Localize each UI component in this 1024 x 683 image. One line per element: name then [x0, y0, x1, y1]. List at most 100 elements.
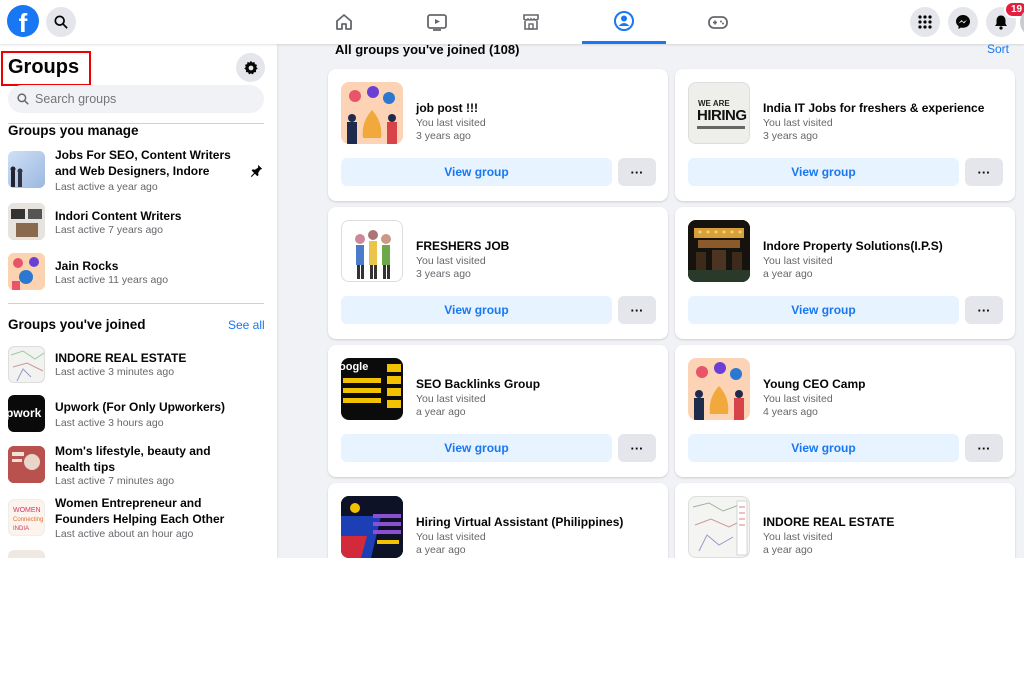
group-name[interactable]: job post !!! [416, 101, 478, 115]
group-thumbnail[interactable]: oogle [341, 358, 403, 420]
group-name[interactable]: Indori Content Writers [55, 208, 245, 224]
top-navigation-bar: f 19 [0, 0, 1024, 44]
joined-group-item[interactable]: WOMEN Connecting INDIA Women Entrepreneur … [8, 495, 270, 543]
group-name[interactable]: Jobs For SEO, Content Writers and Web De… [55, 147, 245, 179]
group-last-active: Last active a year ago [55, 181, 158, 193]
more-options-button[interactable]: ··· [618, 296, 656, 324]
svg-text:WOMEN: WOMEN [13, 507, 41, 514]
group-thumbnail [8, 203, 45, 240]
facebook-logo-icon[interactable]: f [7, 5, 39, 37]
view-group-button[interactable]: View group [688, 434, 959, 462]
group-thumbnail [8, 446, 45, 483]
divider [8, 303, 264, 304]
view-group-button[interactable]: View group [688, 296, 959, 324]
managed-group-item[interactable]: Jobs For SEO, Content Writers and Web De… [8, 147, 270, 193]
last-visited-label: You last visited [763, 531, 833, 543]
group-name[interactable]: INDORE REAL ESTATE [763, 515, 894, 529]
messenger-icon [956, 15, 970, 29]
gear-icon [243, 60, 258, 74]
managed-group-item[interactable]: Jain Rocks Last active 11 years ago [8, 252, 270, 292]
menu-button[interactable] [910, 7, 940, 37]
managed-group-item[interactable]: Indori Content Writers Last active 7 yea… [8, 202, 270, 242]
grid-menu-icon [918, 15, 932, 29]
group-name[interactable]: Young CEO Camp [763, 377, 865, 391]
more-options-button[interactable]: ··· [618, 158, 656, 186]
search-icon [54, 15, 68, 29]
more-options-button[interactable]: ··· [965, 434, 1003, 462]
groups-sidebar: Groups Groups you manage Jobs For SEO, C… [0, 44, 277, 558]
marketplace-icon [523, 14, 539, 30]
page-title: Groups [1, 51, 91, 86]
joined-group-item[interactable]: INDORE REAL ESTATE Last active 3 minutes… [8, 346, 270, 386]
group-thumbnail[interactable]: WE ARE HIRING [688, 82, 750, 144]
tab-home[interactable] [302, 0, 386, 44]
group-name[interactable]: Jain Rocks [55, 258, 245, 274]
blank-area [0, 558, 1024, 683]
last-visited-label: You last visited [416, 393, 486, 405]
gaming-controller-icon [708, 16, 728, 29]
group-thumbnail [8, 550, 45, 558]
group-name[interactable]: FRESHERS JOB [416, 239, 509, 253]
view-group-button[interactable]: View group [341, 434, 612, 462]
group-last-active: Last active 3 hours ago [55, 417, 164, 429]
group-name[interactable]: Women Entrepreneur and Founders Helping … [55, 495, 245, 527]
group-card: Indore Property Solutions(I.P.S) You las… [675, 207, 1015, 339]
group-thumbnail[interactable] [688, 496, 750, 558]
search-groups-input[interactable] [35, 92, 255, 106]
group-thumbnail[interactable] [341, 82, 403, 144]
group-name[interactable]: SEO Backlinks Group [416, 377, 540, 391]
tab-marketplace[interactable] [489, 0, 573, 44]
group-thumbnail [8, 346, 45, 383]
group-last-active: Last active 3 minutes ago [55, 366, 175, 378]
joined-group-item[interactable] [8, 550, 270, 558]
more-options-button[interactable]: ··· [965, 296, 1003, 324]
group-thumbnail[interactable] [688, 358, 750, 420]
last-visited-time: 3 years ago [416, 268, 471, 280]
group-name[interactable]: INDORE REAL ESTATE [55, 350, 245, 366]
search-icon [17, 93, 29, 105]
group-card: job post !!! You last visited 3 years ag… [328, 69, 668, 201]
tab-watch[interactable] [395, 0, 479, 44]
last-visited-label: You last visited [416, 255, 486, 267]
sort-button[interactable]: Sort [987, 42, 1009, 56]
more-options-button[interactable]: ··· [965, 158, 1003, 186]
view-group-button[interactable]: View group [341, 296, 612, 324]
group-card: Young CEO Camp You last visited 4 years … [675, 345, 1015, 477]
last-visited-label: You last visited [763, 117, 833, 129]
joined-group-item[interactable]: Mom's lifestyle, beauty and health tips … [8, 442, 270, 490]
last-visited-time: 3 years ago [763, 130, 818, 142]
hiring-underline [697, 126, 745, 129]
group-name[interactable]: Mom's lifestyle, beauty and health tips [55, 443, 245, 475]
group-thumbnail[interactable] [341, 220, 403, 282]
search-groups-field[interactable] [8, 85, 264, 113]
more-options-button[interactable]: ··· [618, 434, 656, 462]
home-icon [336, 14, 352, 30]
last-visited-time: a year ago [763, 268, 813, 280]
view-group-button[interactable]: View group [688, 158, 959, 186]
tab-groups[interactable] [582, 0, 666, 44]
joined-group-item[interactable]: pwork Upwork (For Only Upworkers) Last a… [8, 395, 270, 435]
hiring-thumbnail-text: HIRING [697, 107, 747, 124]
last-visited-time: a year ago [416, 544, 466, 556]
see-all-link[interactable]: See all [228, 318, 265, 332]
tab-gaming[interactable] [676, 0, 760, 44]
groups-icon [614, 10, 634, 31]
group-thumbnail: WOMEN Connecting INDIA [8, 499, 45, 536]
group-last-active: Last active about an hour ago [55, 528, 194, 540]
group-name[interactable]: Upwork (For Only Upworkers) [55, 399, 245, 415]
last-visited-time: 3 years ago [416, 130, 471, 142]
upwork-thumbnail-text: pwork [8, 406, 42, 420]
group-name[interactable]: Indore Property Solutions(I.P.S) [763, 239, 943, 253]
last-visited-label: You last visited [416, 117, 486, 129]
group-name[interactable]: Hiring Virtual Assistant (Philippines) [416, 515, 623, 529]
pin-icon[interactable] [250, 164, 263, 177]
view-group-button[interactable]: View group [341, 158, 612, 186]
settings-button[interactable] [236, 53, 265, 82]
messenger-button[interactable] [948, 7, 978, 37]
group-thumbnail[interactable] [688, 220, 750, 282]
svg-text:Connecting: Connecting [13, 517, 43, 523]
group-thumbnail [8, 151, 45, 188]
group-name[interactable]: India IT Jobs for freshers & experience [763, 101, 984, 115]
group-thumbnail[interactable] [341, 496, 403, 558]
search-button[interactable] [46, 7, 76, 37]
